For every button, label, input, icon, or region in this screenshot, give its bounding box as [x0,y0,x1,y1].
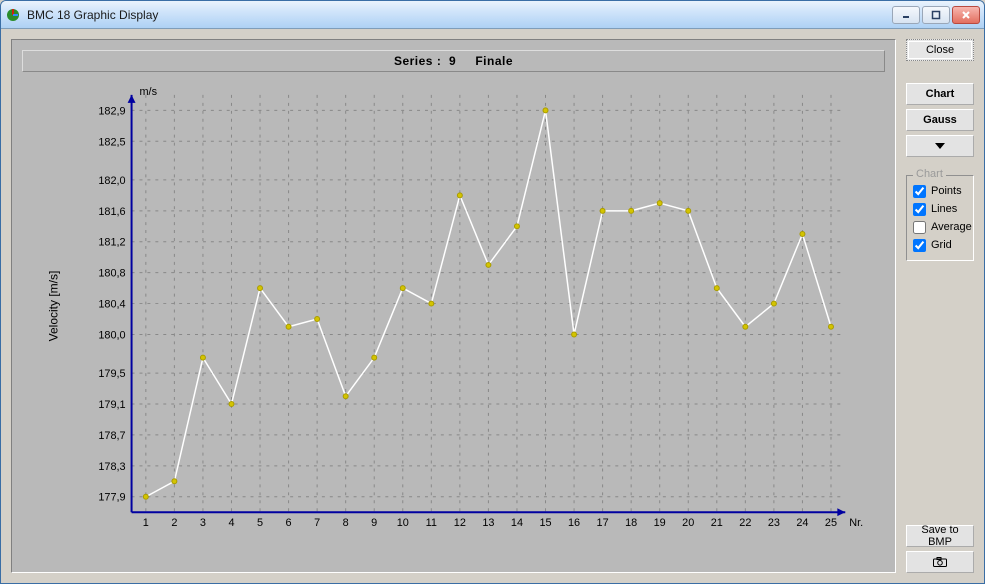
grid-checkbox[interactable] [913,239,926,252]
svg-text:179,5: 179,5 [98,368,125,380]
close-window-button[interactable] [952,6,980,24]
svg-text:16: 16 [568,517,580,529]
svg-text:14: 14 [511,517,523,529]
svg-text:m/s: m/s [139,86,157,98]
svg-text:10: 10 [397,517,409,529]
svg-text:20: 20 [682,517,694,529]
points-label: Points [931,185,962,197]
svg-text:178,7: 178,7 [98,430,125,442]
svg-text:181,6: 181,6 [98,206,125,218]
svg-text:11: 11 [426,517,437,529]
svg-text:4: 4 [228,517,234,529]
svg-text:21: 21 [711,517,723,529]
svg-text:15: 15 [539,517,551,529]
chevron-down-icon [935,143,945,149]
chart-series-name: Finale [475,54,513,68]
svg-text:180,8: 180,8 [98,268,125,280]
svg-text:25: 25 [825,517,837,529]
svg-text:180,0: 180,0 [98,329,125,341]
svg-text:8: 8 [343,517,349,529]
plot-area: 1234567891011121314151617181920212223242… [82,85,875,542]
chart-options-legend: Chart [913,168,946,180]
svg-text:179,1: 179,1 [98,399,125,411]
window-title: BMC 18 Graphic Display [27,8,892,22]
camera-icon [933,557,947,567]
svg-text:Nr.: Nr. [849,517,863,529]
svg-text:17: 17 [597,517,609,529]
svg-text:9: 9 [371,517,377,529]
svg-text:22: 22 [739,517,751,529]
lines-checkbox-row[interactable]: Lines [913,200,967,218]
chart-title-prefix: Series : [394,54,441,68]
svg-text:6: 6 [286,517,292,529]
svg-text:5: 5 [257,517,263,529]
average-checkbox-row[interactable]: Average [913,218,967,236]
grid-label: Grid [931,239,952,251]
grid-checkbox-row[interactable]: Grid [913,236,967,254]
svg-text:2: 2 [171,517,177,529]
svg-text:181,2: 181,2 [98,237,125,249]
close-button[interactable]: Close [906,39,974,61]
chart-series-number: 9 [449,54,456,68]
chart-button[interactable]: Chart [906,83,974,105]
chart-panel: Series : 9 Finale Velocity [m/s] 1234567… [11,39,896,573]
window-buttons [892,6,980,24]
dropdown-button[interactable] [906,135,974,157]
svg-text:180,4: 180,4 [98,299,125,311]
chart-options-group: Chart Points Lines Average Grid [906,175,974,261]
svg-text:182,5: 182,5 [98,136,125,148]
svg-text:178,3: 178,3 [98,461,125,473]
window-frame: BMC 18 Graphic Display Series : 9 Finale [0,0,985,584]
average-label: Average [931,221,972,233]
lines-label: Lines [931,203,957,215]
points-checkbox[interactable] [913,185,926,198]
maximize-button[interactable] [922,6,950,24]
gauss-button[interactable]: Gauss [906,109,974,131]
average-checkbox[interactable] [913,221,926,234]
svg-text:18: 18 [625,517,637,529]
svg-text:24: 24 [796,517,808,529]
points-checkbox-row[interactable]: Points [913,182,967,200]
svg-text:3: 3 [200,517,206,529]
svg-text:182,0: 182,0 [98,175,125,187]
svg-text:12: 12 [454,517,466,529]
svg-text:23: 23 [768,517,780,529]
svg-text:177,9: 177,9 [98,492,125,504]
y-axis-label: Velocity [m/s] [46,271,60,342]
titlebar: BMC 18 Graphic Display [1,1,984,29]
svg-text:19: 19 [654,517,666,529]
lines-checkbox[interactable] [913,203,926,216]
svg-text:13: 13 [482,517,494,529]
save-to-bmp-button[interactable]: Save to BMP [906,525,974,547]
svg-text:7: 7 [314,517,320,529]
camera-button[interactable] [906,551,974,573]
side-panel: Close Chart Gauss Chart Points Lines [904,29,984,583]
svg-text:1: 1 [143,517,149,529]
chart-title: Series : 9 Finale [22,50,885,72]
minimize-button[interactable] [892,6,920,24]
app-icon [5,7,21,23]
svg-text:182,9: 182,9 [98,105,125,117]
